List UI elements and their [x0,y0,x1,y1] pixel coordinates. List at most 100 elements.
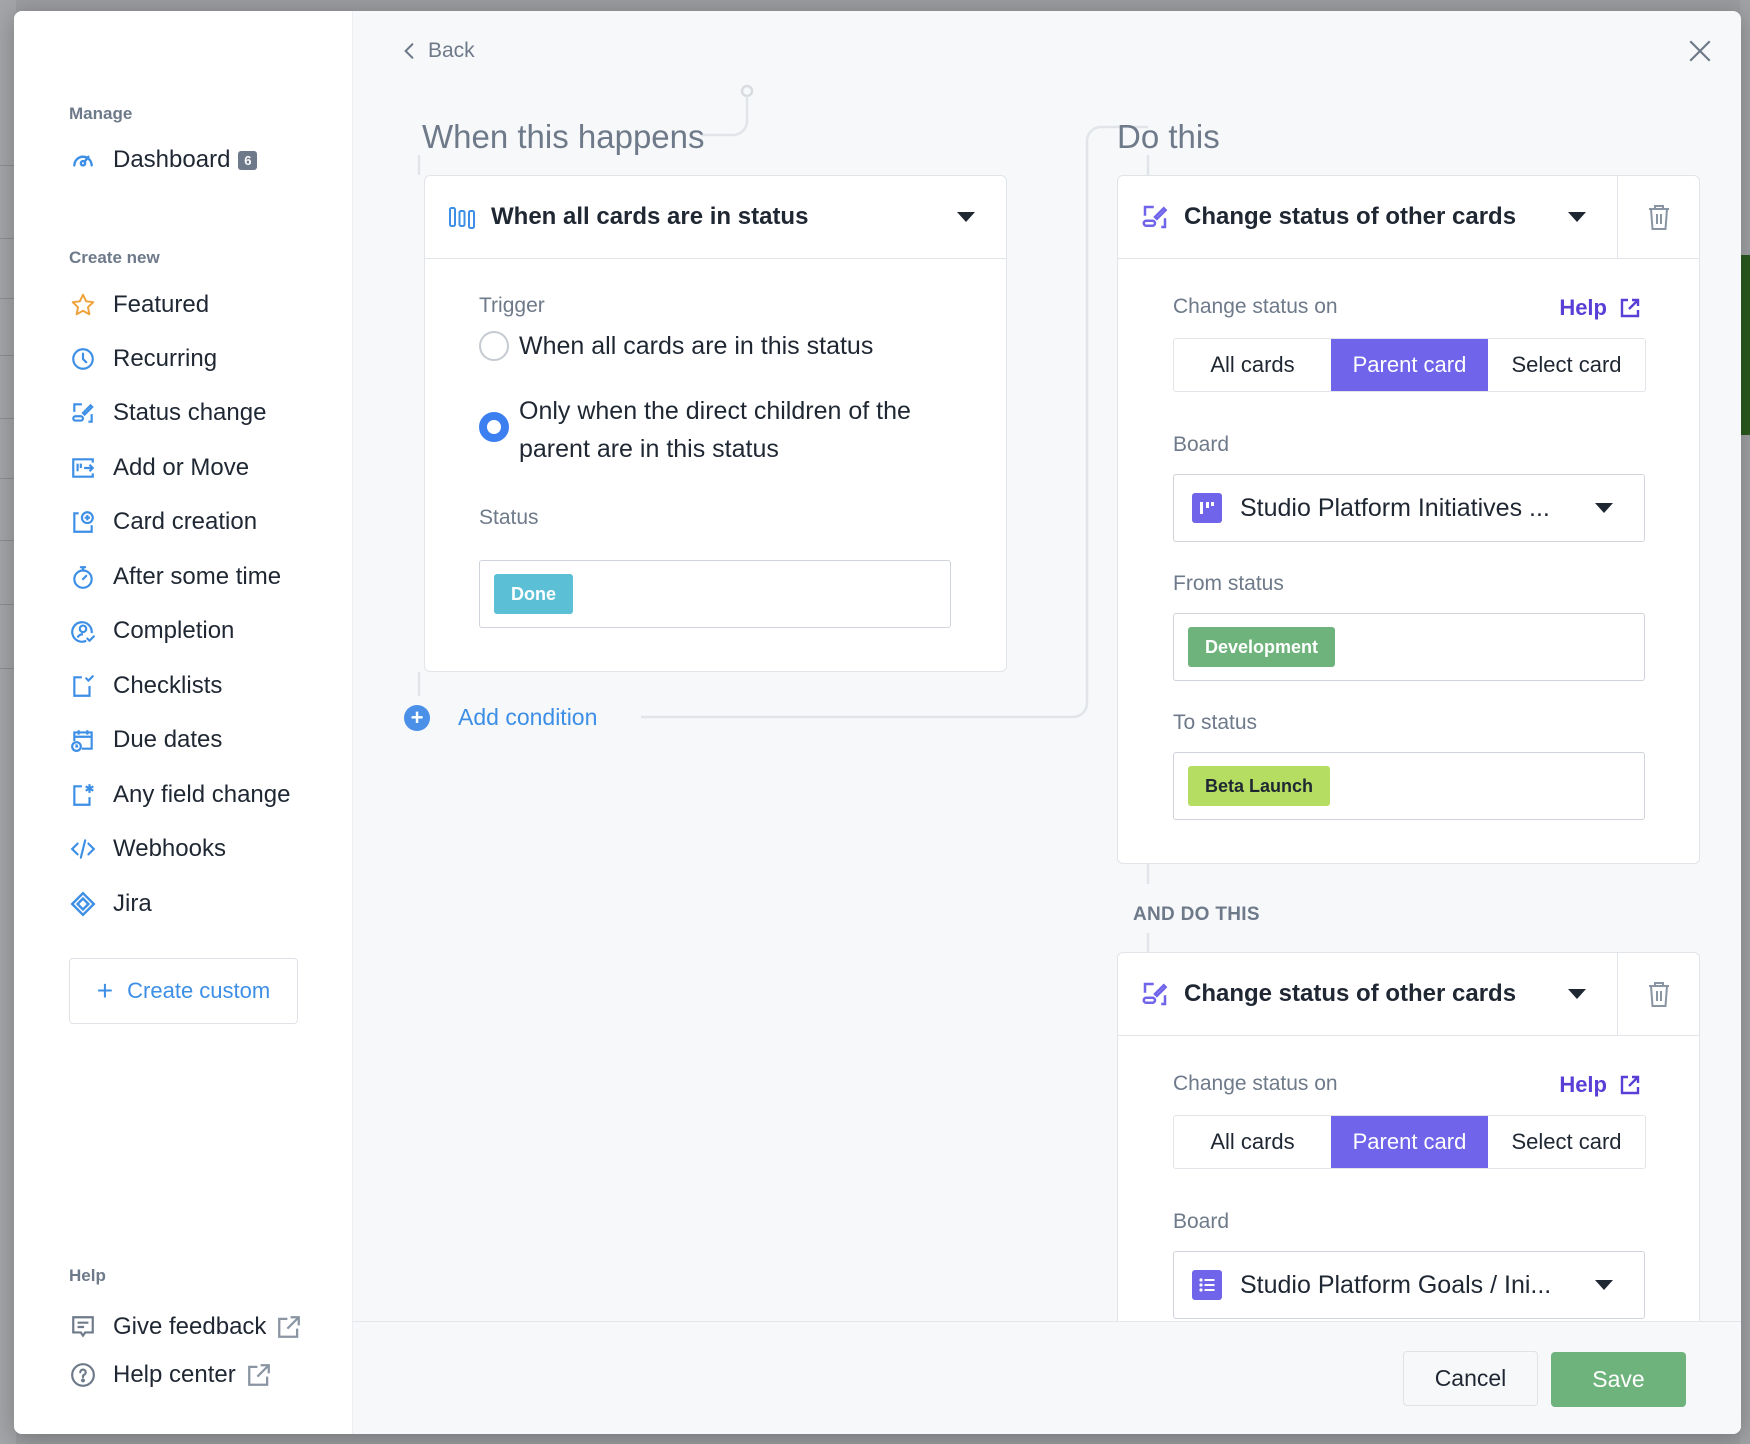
segment-all-cards[interactable]: All cards [1174,1116,1331,1168]
plus-circle-icon: + [404,704,430,731]
modal-footer: Cancel Save [353,1321,1741,1434]
background-right-column [1740,0,1750,1444]
star-icon [69,291,97,319]
segment-all-cards[interactable]: All cards [1174,339,1331,391]
sidebar-item-jira[interactable]: Jira [69,886,152,922]
segment-select-card[interactable]: Select card [1488,1116,1645,1168]
calendar-clock-icon [69,726,97,754]
delete-action-button[interactable] [1617,176,1699,258]
from-status-field[interactable]: Development [1173,613,1645,681]
action-type-title[interactable]: Change status of other cards [1184,203,1567,231]
caret-down-icon [1595,503,1613,513]
columns-status-icon [449,207,475,229]
dashboard-gauge-icon [69,146,97,174]
sidebar-item-add-or-move[interactable]: Add or Move [69,450,249,486]
to-status-field[interactable]: Beta Launch [1173,752,1645,820]
main-panel: Back When this happens Do this When all … [353,11,1741,1434]
trigger-type-dropdown[interactable]: When all cards are in status [425,176,1006,259]
sidebar-item-webhooks[interactable]: Webhooks [69,831,226,867]
action-card-header: Change status of other cards [1118,953,1699,1036]
trash-icon [1648,205,1669,230]
board-label: Board [1173,1210,1230,1233]
caret-down-icon [957,212,975,222]
code-icon [69,835,97,863]
sidebar-item-recurring[interactable]: Recurring [69,341,217,377]
trash-icon [1648,982,1669,1007]
status-tag-beta-launch: Beta Launch [1188,766,1331,806]
actions-heading: Do this [1117,118,1220,155]
create-custom-button[interactable]: + Create custom [69,958,298,1024]
automation-modal: Manage Dashboard 6 Create new Featured R… [14,11,1741,1434]
board-name: Studio Platform Goals / Ini... [1240,1270,1552,1299]
add-condition-button[interactable]: + Add condition [404,704,597,731]
sidebar-item-completion[interactable]: Completion [69,613,234,649]
status-tag-done: Done [494,574,573,614]
help-label: Help [1559,1072,1607,1097]
action-type-title[interactable]: Change status of other cards [1184,980,1567,1008]
to-status-label: To status [1173,711,1258,734]
caret-down-icon[interactable] [1567,211,1587,223]
sidebar-item-due-dates[interactable]: Due dates [69,722,222,758]
trigger-option-all-cards[interactable]: When all cards are in this status [479,327,979,365]
status-field[interactable]: Done [479,560,951,628]
radio-checked[interactable] [479,412,509,442]
sidebar-item-label: Featured [113,291,210,318]
sidebar-item-label: Jira [113,890,152,917]
trigger-option-label: When all cards are in this status [519,332,874,360]
delete-action-button[interactable] [1617,953,1699,1035]
stopwatch-icon [69,563,97,591]
save-button[interactable]: Save [1551,1352,1686,1407]
sidebar-item-any-field-change[interactable]: Any field change [69,777,290,813]
and-do-this-label: AND DO THIS [1133,904,1260,925]
trigger-label: Trigger [479,294,545,317]
trigger-type-title: When all cards are in status [491,203,809,230]
clock-icon [69,345,97,373]
sidebar-item-label: Dashboard [113,146,231,173]
segment-parent-card[interactable]: Parent card [1331,339,1488,391]
sidebar-item-label: Give feedback [113,1313,267,1340]
board-select[interactable]: Studio Platform Initiatives ... [1173,474,1645,542]
feedback-icon [69,1313,97,1341]
chevron-left-icon [404,43,414,59]
sidebar-item-checklists[interactable]: Checklists [69,668,222,704]
sidebar-item-label: Due dates [113,726,223,753]
close-icon[interactable] [1687,38,1713,64]
board-columns-icon [1192,493,1222,523]
checklist-icon [69,672,97,700]
sidebar-item-label: Add or Move [113,454,250,481]
sidebar-item-card-creation[interactable]: Card creation [69,504,257,540]
sidebar-item-label: Any field change [113,781,291,808]
change-status-on-label: Change status on [1173,1072,1338,1095]
caret-down-icon [1595,1280,1613,1290]
external-link-icon [1620,298,1640,318]
add-condition-label: Add condition [458,704,598,730]
add-move-icon [69,454,97,482]
board-select[interactable]: Studio Platform Goals / Ini... [1173,1251,1645,1319]
sidebar-item-after-some-time[interactable]: After some time [69,559,281,595]
board-name: Studio Platform Initiatives ... [1240,493,1550,522]
segment-parent-card[interactable]: Parent card [1331,1116,1488,1168]
help-link[interactable]: Help [1559,1072,1641,1098]
segment-select-card[interactable]: Select card [1488,339,1645,391]
caret-down-icon[interactable] [1567,988,1587,1000]
help-label: Help [1559,295,1607,320]
sidebar-item-give-feedback[interactable]: Give feedback [69,1309,302,1345]
sidebar-item-label: Status change [113,399,267,426]
sidebar-item-status-change[interactable]: Status change [69,395,266,431]
trigger-option-direct-children[interactable]: Only when the direct children of the par… [479,392,959,468]
back-button[interactable]: Back [402,39,475,63]
sidebar-item-dashboard[interactable]: Dashboard 6 [69,142,258,178]
board-label: Board [1173,433,1230,456]
radio-unchecked[interactable] [479,331,509,361]
sidebar-item-featured[interactable]: Featured [69,287,209,323]
change-status-on-label: Change status on [1173,295,1338,318]
field-asterisk-icon [69,781,97,809]
board-list-icon [1192,1270,1222,1300]
back-label: Back [428,39,475,62]
help-link[interactable]: Help [1559,295,1641,321]
cancel-button[interactable]: Cancel [1403,1351,1538,1406]
action-card: Change status of other cards Change stat… [1117,952,1700,1352]
sidebar-item-label: Help center [113,1361,236,1388]
sidebar-item-label: After some time [113,563,282,590]
sidebar-item-help-center[interactable]: Help center [69,1357,272,1393]
